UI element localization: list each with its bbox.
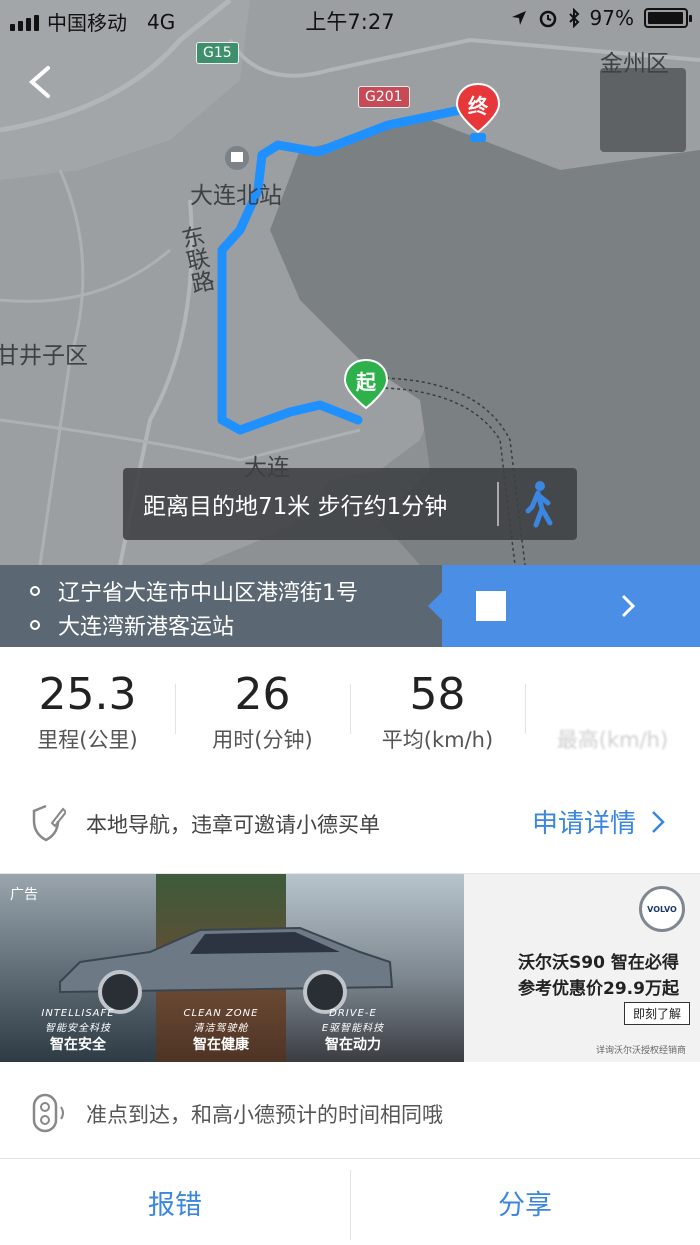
nav-violation-info: 本地导航，违章可邀请小德买单 申请详情 [0,785,700,861]
start-marker-label: 起 [356,370,376,394]
ad-copy: VOLVO 沃尔沃S90 智在必得 参考优惠价29.9万起 即刻了解 详询沃尔沃… [464,874,700,1062]
arrival-text: 准点到达，和高小德预计的时间相同哦 [86,1103,443,1127]
ad-cta-button[interactable]: 即刻了解 [624,1002,691,1025]
shield-pen-icon [32,804,66,842]
map-label-jinzhou: 金州区 [600,51,669,77]
route-from-text: 辽宁省大连市中山区港湾街1号 [58,581,358,606]
chevron-right-icon [652,810,665,833]
location-arrow-icon [511,11,526,25]
ad-caption-health: CLEAN ZONE 清洁驾驶舱 智在健康 [156,1008,286,1054]
apply-details-label: 申请详情 [531,809,636,839]
ad-headline-line1: 沃尔沃S90 智在必得 [518,953,679,973]
ad-fine-print: 详询沃尔沃授权经销商 [595,1046,686,1056]
stat-distance-label: 里程(公里) [37,728,138,752]
stat-duration: 26 用时(分钟) [175,648,350,768]
caption-en: CLEAN ZONE [183,1008,259,1019]
alarm-icon [539,10,556,28]
ad-headline: 沃尔沃S90 智在必得 参考优惠价29.9万起 [518,950,679,1002]
trip-stats: 25.3 里程(公里) 26 用时(分钟) 58 平均(km/h) 最高(km/… [0,648,700,768]
stop-icon [476,591,506,621]
bottom-actions: 报错 分享 [0,1160,700,1245]
stat-duration-label: 用时(分钟) [212,728,313,752]
share-button[interactable]: 分享 [350,1160,700,1245]
back-button[interactable] [18,58,62,106]
walk-button[interactable] [499,479,577,529]
stat-distance: 25.3 里程(公里) [0,648,175,768]
battery-fill [648,12,683,24]
car-image [59,926,394,1014]
caption-sub: 智能安全科技 [45,1023,111,1034]
stat-average-label: 平均(km/h) [381,728,494,752]
map-thumbnail[interactable] [600,68,686,152]
report-error-button[interactable]: 报错 [0,1160,350,1245]
ad-headline-line2: 参考优惠价29.9万起 [518,979,679,999]
distance-tip-text: 距离目的地71米 步行约1分钟 [143,494,448,520]
map-label-ganjingzi: 甘井子区 [0,343,88,369]
stat-distance-value: 25.3 [38,669,137,720]
chevron-left-icon [28,66,50,98]
caption-sub: 清洁驾驶舱 [193,1023,249,1034]
chevron-right-icon [621,594,636,618]
start-marker[interactable]: 起 [343,358,389,416]
stat-max-value [525,668,700,722]
caption-sub: E驱智能科技 [321,1023,385,1034]
caption-cn: 智在安全 [50,1037,106,1053]
ad-image: 广告 INTELLISAFE 智能安全科技 智在安全 CLEAN ZONE 清洁… [0,874,464,1062]
stat-average-value: 58 [409,669,466,720]
ad-caption-safety: INTELLISAFE 智能安全科技 智在安全 [0,1008,156,1054]
road-tag-g201: G201 [358,86,410,108]
caption-en: INTELLISAFE [41,1008,115,1019]
road-tag-g15: G15 [196,42,239,64]
route-summary-bar: 辽宁省大连市中山区港湾街1号 大连湾新港客运站 [0,565,700,647]
to-dot-icon [30,620,40,630]
route-from: 辽宁省大连市中山区港湾街1号 [30,575,358,607]
ad-banner[interactable]: 广告 INTELLISAFE 智能安全科技 智在安全 CLEAN ZONE 清洁… [0,873,700,1062]
battery-icon [644,8,692,28]
stat-max-label: 最高(km/h) [556,728,669,752]
status-bar: 中国移动 4G 上午7:27 97% [0,0,700,40]
caption-en: DRIVE-E [329,1008,377,1019]
traffic-light-icon [32,1093,64,1133]
route-to-text: 大连湾新港客运站 [58,615,235,640]
stat-max-speed: 最高(km/h) [525,648,700,768]
route-to: 大连湾新港客运站 [30,609,234,641]
stat-average-speed: 58 平均(km/h) [350,648,525,768]
from-dot-icon [30,586,40,596]
ad-tag: 广告 [10,887,38,903]
route-map[interactable]: 中国移动 4G 上午7:27 97% G15 G201 金州区 大连北站 东联路… [0,0,700,565]
end-marker-label: 终 [468,94,488,118]
status-right: 97% [510,6,692,30]
map-label-dalian-north: 大连北站 [190,183,282,209]
track-playback-button[interactable] [428,565,700,647]
caption-cn: 智在健康 [193,1037,249,1053]
nav-info-text: 本地导航，违章可邀请小德买单 [86,813,380,837]
bluetooth-icon [568,8,579,28]
apply-details-link[interactable]: 申请详情 [532,803,666,840]
volvo-logo: VOLVO [639,886,685,932]
caption-cn: 智在动力 [325,1037,381,1053]
stat-duration-value: 26 [234,669,291,720]
distance-tip: 距离目的地71米 步行约1分钟 [123,468,577,540]
walking-person-icon [525,481,553,528]
battery-percent: 97% [589,6,634,30]
arrival-note: 准点到达，和高小德预计的时间相同哦 [0,1063,700,1159]
end-marker[interactable]: 终 [455,82,501,144]
ad-caption-power: DRIVE-E E驱智能科技 智在动力 [286,1008,420,1054]
